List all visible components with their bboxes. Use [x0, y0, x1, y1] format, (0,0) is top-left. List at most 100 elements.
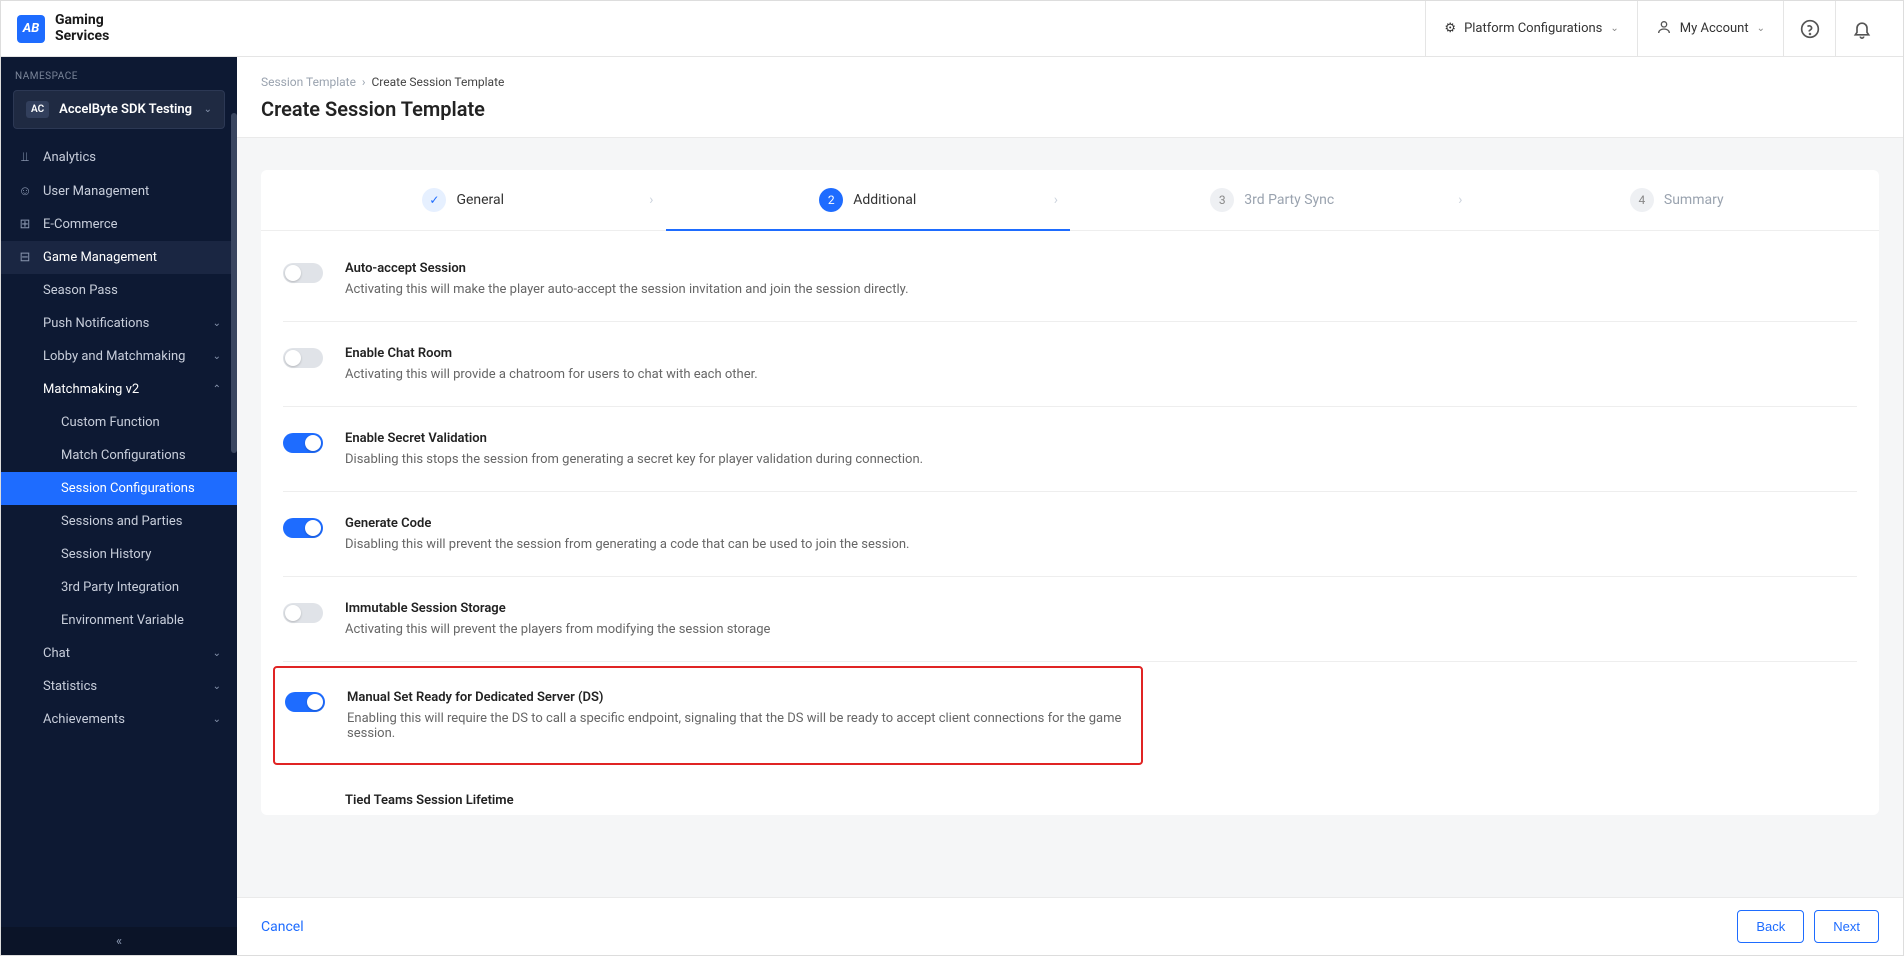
- setting-title: Manual Set Ready for Dedicated Server (D…: [347, 690, 1131, 705]
- brand-line1: Gaming: [55, 13, 109, 28]
- sidebar-item-match-configurations[interactable]: Match Configurations: [61, 439, 237, 472]
- nav-label: 3rd Party Integration: [61, 580, 179, 595]
- toggle-secret-validation[interactable]: [283, 433, 323, 453]
- chevron-down-icon: ⌄: [213, 714, 221, 725]
- nav-label: User Management: [43, 184, 149, 199]
- breadcrumb-sep: ›: [359, 75, 372, 89]
- toggle-chat-room[interactable]: [283, 348, 323, 368]
- step-number: 4: [1630, 188, 1654, 212]
- breadcrumb-parent[interactable]: Session Template: [261, 75, 356, 89]
- sidebar-item-season-pass[interactable]: Season Pass: [43, 274, 237, 307]
- check-icon: ✓: [422, 188, 446, 212]
- chart-icon: ⫫: [17, 150, 33, 165]
- step-label: Additional: [853, 192, 916, 208]
- chevron-down-icon: ⌄: [213, 648, 221, 659]
- chevron-down-icon: ⌄: [213, 351, 221, 362]
- setting-immutable-storage: Immutable Session Storage Activating thi…: [283, 577, 1857, 662]
- namespace-selector[interactable]: AC AccelByte SDK Testing ⌄: [13, 90, 225, 129]
- nav-label: Achievements: [43, 712, 125, 727]
- sidebar-item-custom-function[interactable]: Custom Function: [61, 406, 237, 439]
- setting-title: Generate Code: [345, 516, 909, 531]
- main-header: Session Template › Create Session Templa…: [237, 57, 1903, 138]
- stepper: ✓ General › 2 Additional › 3 3rd Party S…: [261, 170, 1879, 231]
- toggle-auto-accept[interactable]: [283, 263, 323, 283]
- sidebar-item-analytics[interactable]: ⫫Analytics: [1, 141, 237, 174]
- step-number: 2: [819, 188, 843, 212]
- setting-title: Enable Chat Room: [345, 346, 758, 361]
- chevron-down-icon: ⌄: [1610, 23, 1618, 34]
- cancel-button[interactable]: Cancel: [261, 919, 304, 935]
- sidebar-item-ecommerce[interactable]: ⊞ E-Commerce: [1, 208, 237, 241]
- brand-line2: Services: [55, 29, 109, 44]
- topbar-right: ⚙ Platform Configurations ⌄ My Account ⌄: [1425, 1, 1887, 57]
- page-title: Create Session Template: [261, 97, 1879, 121]
- nav-label: Chat: [43, 646, 70, 661]
- setting-desc: Disabling this will prevent the session …: [345, 537, 909, 552]
- my-account-label: My Account: [1680, 21, 1749, 36]
- content-wrap: ✓ General › 2 Additional › 3 3rd Party S…: [237, 138, 1903, 897]
- nav-label: Push Notifications: [43, 316, 149, 331]
- wizard-card: ✓ General › 2 Additional › 3 3rd Party S…: [261, 170, 1879, 815]
- step-summary[interactable]: 4 Summary: [1475, 170, 1880, 230]
- setting-desc: Activating this will provide a chatroom …: [345, 367, 758, 382]
- help-button[interactable]: [1783, 1, 1835, 57]
- nav-label: E-Commerce: [43, 217, 118, 232]
- my-account-button[interactable]: My Account ⌄: [1637, 1, 1783, 57]
- user-icon: ☺: [17, 183, 33, 199]
- back-button[interactable]: Back: [1737, 910, 1804, 943]
- logo-badge: AB: [17, 15, 45, 43]
- sidebar-item-session-history[interactable]: Session History: [61, 538, 237, 571]
- nav-label: Game Management: [43, 250, 157, 265]
- nav-label: Season Pass: [43, 283, 118, 298]
- collapse-sidebar-button[interactable]: «: [1, 927, 237, 955]
- setting-desc: Activating this will make the player aut…: [345, 282, 909, 297]
- platform-config-label: Platform Configurations: [1464, 21, 1602, 36]
- sidebar-item-3rd-party-integration[interactable]: 3rd Party Integration: [61, 571, 237, 604]
- toggle-immutable-storage[interactable]: [283, 603, 323, 623]
- step-label: General: [456, 192, 504, 208]
- chevron-right-icon: ›: [1054, 192, 1058, 208]
- platform-config-button[interactable]: ⚙ Platform Configurations ⌄: [1425, 1, 1636, 57]
- setting-desc: Enabling this will require the DS to cal…: [347, 711, 1131, 741]
- sidebar-item-achievements[interactable]: Achievements ⌄: [43, 703, 237, 736]
- next-button[interactable]: Next: [1814, 910, 1879, 943]
- cart-icon: ⊞: [17, 217, 33, 232]
- chevron-down-icon: ⌄: [213, 681, 221, 692]
- main-content: Session Template › Create Session Templa…: [237, 57, 1903, 955]
- step-number: 3: [1210, 188, 1234, 212]
- step-3rd-party-sync[interactable]: 3 3rd Party Sync ›: [1070, 170, 1475, 230]
- sidebar-item-statistics[interactable]: Statistics ⌄: [43, 670, 237, 703]
- sidebar-item-sessions-parties[interactable]: Sessions and Parties: [61, 505, 237, 538]
- step-label: 3rd Party Sync: [1244, 192, 1334, 208]
- setting-secret-validation: Enable Secret Validation Disabling this …: [283, 407, 1857, 492]
- setting-generate-code: Generate Code Disabling this will preven…: [283, 492, 1857, 577]
- sidebar-item-game-management[interactable]: ⊟Game Management: [1, 241, 237, 274]
- nav-label: Statistics: [43, 679, 97, 694]
- toggle-generate-code[interactable]: [283, 518, 323, 538]
- sidebar-item-environment-variable[interactable]: Environment Variable: [61, 604, 237, 637]
- setting-auto-accept: Auto-accept Session Activating this will…: [283, 237, 1857, 322]
- setting-desc: Activating this will prevent the players…: [345, 622, 770, 637]
- step-general[interactable]: ✓ General ›: [261, 170, 666, 230]
- nav-label: Match Configurations: [61, 448, 186, 463]
- sidebar-item-push-notifications[interactable]: Push Notifications⌄: [43, 307, 237, 340]
- sidebar-item-user-management[interactable]: ☺ User Management: [1, 174, 237, 208]
- sidebar-scrollbar[interactable]: [231, 113, 237, 453]
- topbar: AB Gaming Services ⚙ Platform Configurat…: [1, 1, 1903, 57]
- setting-tied-teams-lifetime: Tied Teams Session Lifetime: [283, 769, 1857, 815]
- chevron-down-icon: ⌄: [204, 104, 212, 115]
- step-additional[interactable]: 2 Additional ›: [666, 170, 1071, 230]
- sidebar-item-chat[interactable]: Chat ⌄: [43, 637, 237, 670]
- nav-label: Lobby and Matchmaking: [43, 349, 185, 364]
- setting-title: Enable Secret Validation: [345, 431, 923, 446]
- namespace-badge: AC: [26, 101, 49, 118]
- sidebar-item-matchmaking-v2[interactable]: Matchmaking v2⌃: [43, 373, 237, 406]
- notifications-button[interactable]: [1835, 1, 1887, 57]
- sidebar-item-lobby-matchmaking[interactable]: Lobby and Matchmaking ⌄: [43, 340, 237, 373]
- footer: Cancel Back Next: [237, 897, 1903, 955]
- nav-label: Matchmaking v2: [43, 382, 139, 397]
- setting-manual-ds-ready: Manual Set Ready for Dedicated Server (D…: [273, 666, 1143, 765]
- setting-desc: Disabling this stops the session from ge…: [345, 452, 923, 467]
- toggle-manual-ds-ready[interactable]: [285, 692, 325, 712]
- sidebar-item-session-configurations[interactable]: Session Configurations: [1, 472, 237, 505]
